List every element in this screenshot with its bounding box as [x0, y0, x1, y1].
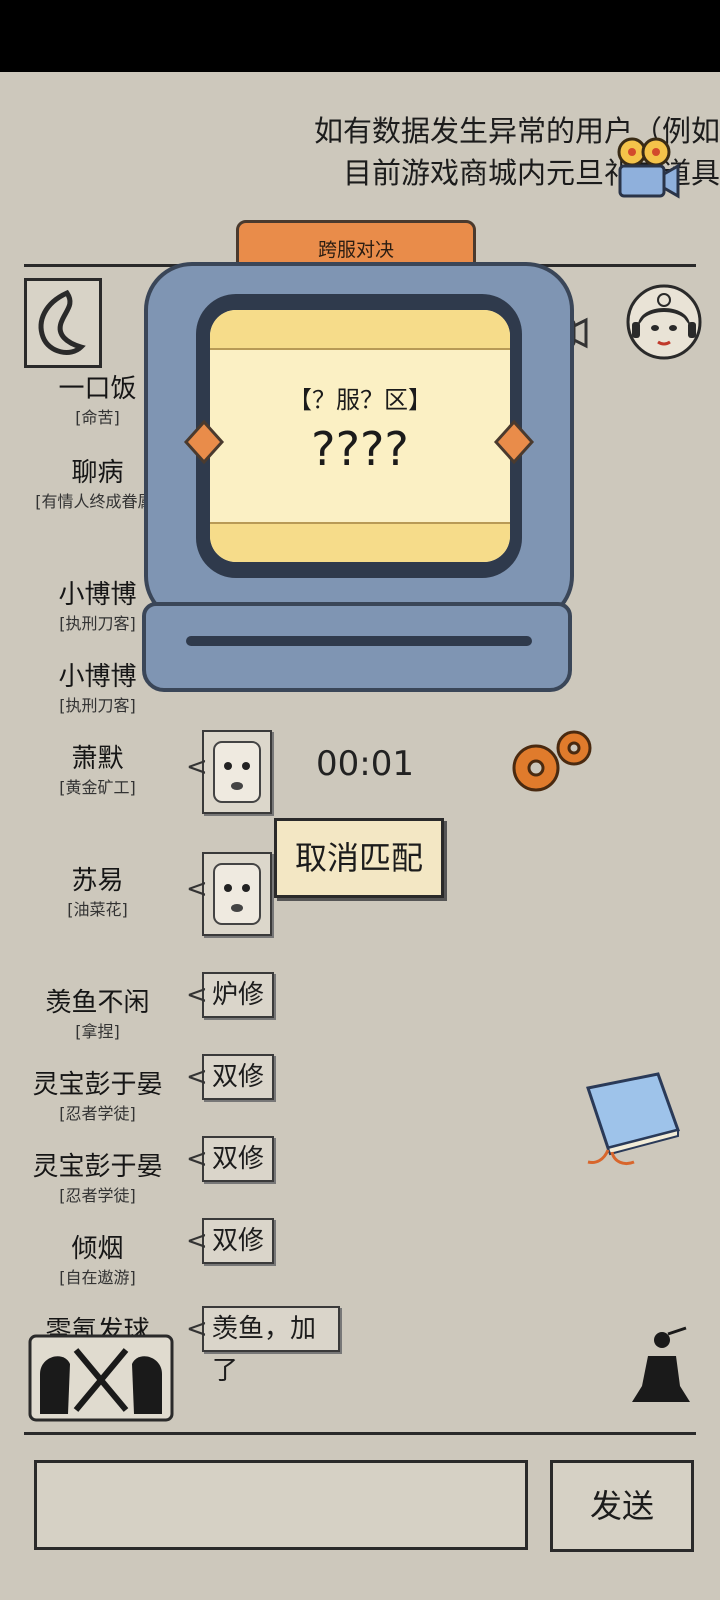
- message-bubble[interactable]: 双修: [186, 1136, 275, 1182]
- sender-title: [油菜花]: [67, 900, 128, 919]
- sender-title: [自在遨游]: [59, 1268, 136, 1287]
- footer-divider: [24, 1432, 696, 1435]
- left-diamond-icon: [183, 419, 225, 465]
- sender[interactable]: 倾烟 [自在遨游]: [0, 1232, 195, 1290]
- right-diamond-icon: [493, 419, 535, 465]
- sender-title: [拿捏]: [75, 1022, 120, 1041]
- sender-name: 羡鱼不闲: [45, 988, 150, 1018]
- sender-name: 萧默: [71, 744, 124, 774]
- sender[interactable]: 灵宝彭于晏 [忍者学徒]: [0, 1150, 195, 1208]
- send-button[interactable]: 发送: [550, 1460, 694, 1552]
- book-icon[interactable]: [578, 1068, 688, 1168]
- tab-cross-server[interactable]: 跨服对决: [236, 220, 476, 268]
- smiling-face-icon: [213, 741, 261, 803]
- tv-body: 【？服？区】 ????: [144, 262, 574, 648]
- opponent-name: ????: [311, 422, 409, 476]
- tab-label: 跨服对决: [317, 239, 394, 261]
- sender-name: 灵宝彭于晏: [32, 1152, 163, 1182]
- match-tv: 跨服对决 【？服？区】 ????: [140, 218, 580, 698]
- message-bubble[interactable]: 双修: [186, 1054, 275, 1100]
- sender-name: 倾烟: [71, 1234, 124, 1264]
- message-bubble[interactable]: 炉修: [186, 972, 275, 1018]
- sender-title: [黄金矿工]: [59, 778, 136, 797]
- sender-name: 灵宝彭于晏: [32, 1070, 163, 1100]
- sender-title: [忍者学徒]: [59, 1186, 136, 1205]
- screen-band-bottom: [210, 522, 510, 562]
- cancel-match-button[interactable]: 取消匹配: [274, 818, 444, 898]
- message-bubble[interactable]: 双修: [186, 1218, 275, 1264]
- sender[interactable]: 灵宝彭于晏 [忍者学徒]: [0, 1068, 195, 1126]
- emoji-message[interactable]: [186, 852, 272, 936]
- emoji-message[interactable]: [186, 730, 272, 814]
- chat-input[interactable]: [34, 1460, 528, 1550]
- sender-title: [忍者学徒]: [59, 1104, 136, 1123]
- status-bar: [0, 0, 720, 72]
- sender-name: 苏易: [71, 866, 124, 896]
- sender[interactable]: 萧默 [黄金矿工]: [0, 742, 195, 800]
- screen-band-top: [210, 310, 510, 350]
- back-button[interactable]: [24, 278, 102, 368]
- message-bubble[interactable]: 羡鱼，加了: [186, 1306, 340, 1386]
- opponent-server: 【？服？区】: [288, 386, 432, 414]
- tv-base: [142, 602, 572, 692]
- sender[interactable]: 羡鱼不闲 [拿捏]: [0, 986, 195, 1044]
- character-avatar-icon[interactable]: [624, 282, 704, 362]
- sender[interactable]: 苏易 [油菜花]: [0, 864, 195, 922]
- smiling-face-icon: [213, 863, 261, 925]
- back-arrow-icon: [38, 289, 86, 355]
- film-camera-icon[interactable]: [612, 134, 682, 204]
- tv-screen: 【？服？区】 ????: [210, 310, 510, 562]
- meditating-figure-icon[interactable]: [628, 1326, 692, 1412]
- gear-icon: [512, 730, 592, 792]
- match-timer: 00:01: [316, 744, 414, 784]
- tv-slot: [186, 636, 532, 646]
- crossed-swords-icon[interactable]: [28, 1334, 174, 1422]
